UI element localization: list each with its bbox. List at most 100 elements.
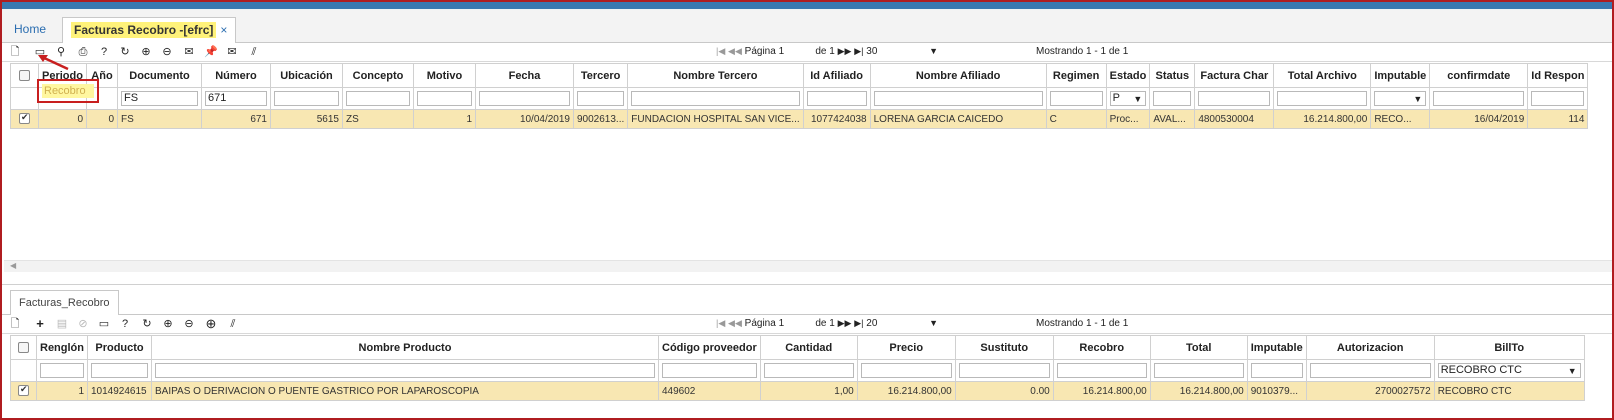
col-confirmdate[interactable]: confirmdate: [1429, 63, 1529, 88]
tab-facturas-recobro[interactable]: Facturas Recobro -[efrc] ×: [62, 17, 237, 43]
help-icon[interactable]: ?: [97, 45, 111, 59]
col-renglon[interactable]: Renglón: [36, 335, 88, 360]
filter-motivo[interactable]: [417, 91, 472, 106]
col-factura-char[interactable]: Factura Char: [1194, 63, 1275, 88]
page-input[interactable]: 1: [779, 318, 813, 331]
table-row[interactable]: 1 1014924615 BAIPAS O DERIVACION O PUENT…: [10, 381, 1585, 401]
col-precio[interactable]: Precio: [856, 335, 956, 360]
prev-page-icon[interactable]: ◀◀: [728, 46, 742, 56]
horizontal-scrollbar[interactable]: ◀: [4, 260, 1612, 272]
col-fecha[interactable]: Fecha: [475, 63, 574, 88]
filter-autorizacion[interactable]: [1309, 363, 1431, 378]
col-motivo[interactable]: Motivo: [413, 63, 476, 88]
col-ubicacion[interactable]: Ubicación: [270, 63, 343, 88]
prev-page-icon[interactable]: ◀◀: [728, 318, 742, 328]
last-page-icon[interactable]: ▶|: [854, 318, 863, 328]
row-checkbox[interactable]: [10, 109, 39, 129]
refresh-icon[interactable]: ↻: [118, 45, 132, 59]
filter-numero[interactable]: 671: [205, 91, 267, 106]
col-sustituto[interactable]: Sustituto: [954, 335, 1054, 360]
filter-precio[interactable]: [860, 363, 952, 378]
chevron-down-icon[interactable]: ▼: [929, 46, 938, 56]
col-status[interactable]: Status: [1149, 63, 1196, 88]
filter-producto[interactable]: [91, 363, 148, 378]
pin-icon[interactable]: 📌: [204, 45, 218, 59]
select-all-checkbox[interactable]: [10, 63, 39, 88]
resize-icon[interactable]: ⫽: [247, 45, 261, 59]
filter-codigo-proveedor[interactable]: [662, 363, 757, 378]
filter-status[interactable]: [1153, 91, 1192, 106]
tab-facturas-recobro-detail[interactable]: Facturas_Recobro: [10, 290, 119, 316]
filter-confirmdate[interactable]: [1433, 91, 1525, 106]
col-tercero[interactable]: Tercero: [572, 63, 629, 88]
close-tab-icon[interactable]: ×: [220, 23, 227, 37]
col-billto[interactable]: BillTo: [1433, 335, 1585, 360]
comment-icon[interactable]: ✉: [182, 45, 196, 59]
chevron-down-icon[interactable]: ▼: [929, 318, 938, 328]
filter-id-afiliado[interactable]: [806, 91, 867, 106]
col-id-respon[interactable]: Id Respon: [1527, 63, 1589, 88]
filter-id-respon[interactable]: [1531, 91, 1585, 106]
filter-sustituto[interactable]: [958, 363, 1050, 378]
add-icon[interactable]: +: [33, 317, 47, 331]
filter-regimen[interactable]: [1049, 91, 1103, 106]
filter-periodo-recobro[interactable]: Recobro: [42, 84, 94, 98]
col-total-archivo[interactable]: Total Archivo: [1273, 63, 1372, 88]
page-input[interactable]: 1: [779, 46, 813, 59]
filter-renglon[interactable]: [40, 363, 84, 378]
col-total[interactable]: Total: [1149, 335, 1248, 360]
col-producto[interactable]: Producto: [87, 335, 152, 360]
zoom-in-icon[interactable]: ⊕: [139, 45, 153, 59]
mail-icon[interactable]: ✉: [225, 45, 239, 59]
zoom-out-icon[interactable]: ⊖: [182, 317, 196, 331]
filter-total[interactable]: [1153, 363, 1244, 378]
resize-icon[interactable]: ⫽: [226, 317, 240, 331]
filter-tercero[interactable]: [577, 91, 625, 106]
filter-imputable-select[interactable]: ▼: [1374, 91, 1427, 106]
table-row[interactable]: 0 0 FS 671 5615 ZS 1 10/04/2019 9002613.…: [10, 109, 1589, 129]
filter-recobro[interactable]: [1056, 363, 1147, 378]
filter-factura-char[interactable]: [1198, 91, 1271, 106]
help-icon[interactable]: ?: [118, 317, 132, 331]
cancel-icon[interactable]: ⊘: [76, 317, 90, 331]
col-nombre-afiliado[interactable]: Nombre Afiliado: [869, 63, 1047, 88]
col-id-afiliado[interactable]: Id Afiliado: [802, 63, 871, 88]
col-concepto[interactable]: Concepto: [342, 63, 414, 88]
filter-nombre-tercero[interactable]: [631, 91, 800, 106]
page-size-select[interactable]: 30: [866, 46, 926, 57]
next-page-icon[interactable]: ▶▶: [838, 318, 852, 328]
next-page-icon[interactable]: ▶▶: [838, 46, 852, 56]
filter-nombre-afiliado[interactable]: [873, 91, 1043, 106]
save-icon[interactable]: ▤: [55, 317, 69, 331]
add-circle-icon[interactable]: ⊕: [204, 317, 218, 331]
col-imputable[interactable]: Imputable: [1370, 63, 1431, 88]
row-checkbox[interactable]: [10, 381, 37, 401]
filter-total-archivo[interactable]: [1277, 91, 1368, 106]
col-cantidad[interactable]: Cantidad: [759, 335, 858, 360]
print-icon[interactable]: ⎙: [76, 45, 90, 59]
filter-ubicacion[interactable]: [274, 91, 339, 106]
col-imputable[interactable]: Imputable: [1246, 335, 1307, 360]
toggle-filter-icon[interactable]: ▭: [97, 317, 111, 331]
refresh-icon[interactable]: ↻: [140, 317, 154, 331]
filter-concepto[interactable]: [346, 91, 410, 106]
last-page-icon[interactable]: ▶|: [854, 46, 863, 56]
filter-imputable[interactable]: [1250, 363, 1303, 378]
page-size-select[interactable]: 20: [866, 318, 926, 329]
tab-home[interactable]: Home: [6, 17, 54, 43]
filter-billto-select[interactable]: RECOBRO CTC ▼: [1437, 363, 1581, 378]
col-codigo-proveedor[interactable]: Código proveedor: [658, 335, 761, 360]
zoom-in-icon[interactable]: ⊕: [161, 317, 175, 331]
filter-fecha[interactable]: [479, 91, 570, 106]
col-autorizacion[interactable]: Autorizacion: [1305, 335, 1435, 360]
col-recobro[interactable]: Recobro: [1052, 335, 1151, 360]
new-record-icon[interactable]: 🗋: [8, 45, 22, 59]
select-all-checkbox[interactable]: [10, 335, 37, 360]
col-documento[interactable]: Documento: [117, 63, 202, 88]
col-numero[interactable]: Número: [201, 63, 271, 88]
filter-documento[interactable]: FS: [121, 91, 198, 106]
first-page-icon[interactable]: |◀: [716, 318, 725, 328]
filter-nombre-producto[interactable]: [155, 363, 655, 378]
zoom-out-icon[interactable]: ⊖: [160, 45, 174, 59]
col-nombre-producto[interactable]: Nombre Producto: [151, 335, 659, 360]
